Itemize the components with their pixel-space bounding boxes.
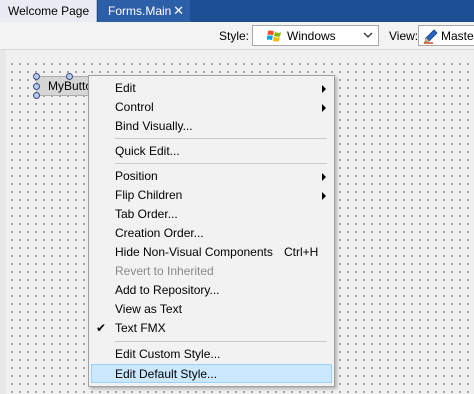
- context-menu: Edit Control Bind Visually... Quick Edit…: [88, 75, 335, 387]
- menu-item-label: Edit Custom Style...: [115, 347, 221, 361]
- style-label: Style:: [219, 29, 250, 43]
- menu-item-revert-to-inherited: Revert to Inherited: [91, 262, 332, 281]
- menu-item-quick-edit[interactable]: Quick Edit...: [91, 142, 332, 161]
- menu-item-hide-non-visual-components[interactable]: Hide Non-Visual Components Ctrl+H: [91, 243, 332, 262]
- checkmark-icon: ✔: [96, 321, 107, 335]
- menu-item-edit-default-style[interactable]: Edit Default Style...: [91, 364, 332, 383]
- menu-separator: [115, 341, 327, 342]
- submenu-arrow-icon: [322, 192, 326, 200]
- menu-separator: [115, 163, 327, 164]
- chevron-down-icon: [363, 32, 373, 38]
- menu-item-add-to-repository[interactable]: Add to Repository...: [91, 281, 332, 300]
- menu-item-label: Revert to Inherited: [115, 264, 214, 278]
- menu-item-bind-visually[interactable]: Bind Visually...: [91, 117, 332, 136]
- menu-item-label: Hide Non-Visual Components: [115, 245, 273, 259]
- menu-item-label: Control: [115, 100, 154, 114]
- view-value: Master: [441, 29, 474, 43]
- view-dropdown[interactable]: Master: [418, 25, 474, 46]
- style-dropdown[interactable]: Windows: [252, 25, 379, 46]
- menu-item-label: Edit Default Style...: [115, 367, 218, 381]
- submenu-arrow-icon: [322, 104, 326, 112]
- menu-item-control[interactable]: Control: [91, 98, 332, 117]
- menu-item-flip-children[interactable]: Flip Children: [91, 186, 332, 205]
- menu-item-label: Creation Order...: [115, 226, 204, 240]
- menu-item-view-as-text[interactable]: View as Text: [91, 300, 332, 319]
- windows-logo-icon: [267, 30, 281, 42]
- menu-item-label: Flip Children: [115, 188, 183, 202]
- menu-item-label: Edit: [115, 81, 136, 95]
- document-tab-bar: Welcome Page Forms.Main ✕: [0, 0, 474, 22]
- pencil-view-icon: [424, 29, 438, 44]
- menu-item-edit[interactable]: Edit: [91, 79, 332, 98]
- menu-item-label: Quick Edit...: [115, 144, 180, 158]
- menu-item-label: View as Text: [115, 302, 182, 316]
- submenu-arrow-icon: [322, 173, 326, 181]
- selection-handle-top-left[interactable]: [33, 73, 40, 80]
- menu-separator: [115, 138, 327, 139]
- menu-item-label: Text FMX: [115, 321, 166, 335]
- menu-item-label: Add to Repository...: [115, 283, 220, 297]
- menu-item-label: Position: [115, 169, 158, 183]
- designer-toolbar: Style: Windows View: Master: [0, 22, 474, 50]
- tab-forms-main-label: Forms.Main: [108, 4, 172, 18]
- menu-item-label: Bind Visually...: [115, 119, 193, 133]
- selection-handle-top-middle[interactable]: [66, 73, 73, 80]
- menu-item-label: Tab Order...: [115, 207, 178, 221]
- menu-item-edit-custom-style[interactable]: Edit Custom Style...: [91, 345, 332, 364]
- tab-forms-main[interactable]: Forms.Main ✕: [98, 0, 190, 22]
- menu-item-shortcut: Ctrl+H: [284, 245, 319, 259]
- menu-item-creation-order[interactable]: Creation Order...: [91, 224, 332, 243]
- submenu-arrow-icon: [322, 85, 326, 93]
- selection-handle-bottom-left[interactable]: [33, 92, 40, 99]
- menu-item-position[interactable]: Position: [91, 167, 332, 186]
- style-value: Windows: [287, 29, 336, 43]
- selection-handle-middle-left[interactable]: [33, 83, 40, 90]
- menu-item-tab-order[interactable]: Tab Order...: [91, 205, 332, 224]
- view-label: View:: [389, 29, 419, 43]
- close-icon[interactable]: ✕: [173, 0, 184, 22]
- tab-welcome-page[interactable]: Welcome Page: [0, 0, 97, 22]
- menu-item-text-fmx[interactable]: ✔ Text FMX: [91, 319, 332, 338]
- tab-welcome-page-label: Welcome Page: [8, 4, 90, 18]
